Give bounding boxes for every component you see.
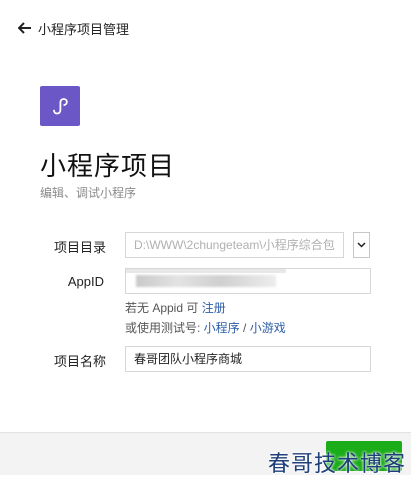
watermark: 春哥技术博客 (268, 452, 407, 477)
appid-label: AppID (67, 274, 104, 289)
dir-dropdown-button[interactable] (353, 232, 370, 258)
no-appid-hint-text: 若无 Appid 可 (125, 301, 202, 315)
appid-redaction (136, 275, 276, 287)
back-button[interactable]: 小程序项目管理 (18, 18, 129, 38)
arrow-left-icon (18, 22, 31, 34)
no-appid-hint: 若无 Appid 可 注册 (125, 299, 226, 316)
chevron-down-icon (357, 242, 366, 248)
test-account-hint: 或使用测试号: 小程序 / 小游戏 (125, 319, 286, 336)
project-dir-label: 项目目录 (53, 240, 106, 255)
miniprogram-icon (53, 98, 68, 115)
project-name-input[interactable]: 春哥团队小程序商城 (125, 346, 371, 372)
appid-redaction-top (126, 269, 286, 273)
page-header-title: 小程序项目管理 (38, 21, 130, 37)
project-name-label: 项目名称 (53, 354, 106, 369)
test-minigame-link[interactable]: 小游戏 (250, 321, 286, 335)
project-dir-input[interactable]: D:\WWW\2chungeteam\小程序综合包 (125, 232, 344, 258)
page-title: 小程序项目 (40, 151, 176, 181)
miniprogram-logo (40, 86, 80, 126)
hint-separator: / (239, 321, 250, 335)
register-link[interactable]: 注册 (202, 301, 226, 315)
test-miniprogram-link[interactable]: 小程序 (204, 321, 240, 335)
appid-input[interactable] (125, 268, 371, 294)
page-subtitle: 编辑、调试小程序 (40, 186, 137, 200)
test-account-hint-text: 或使用测试号: (125, 321, 204, 335)
